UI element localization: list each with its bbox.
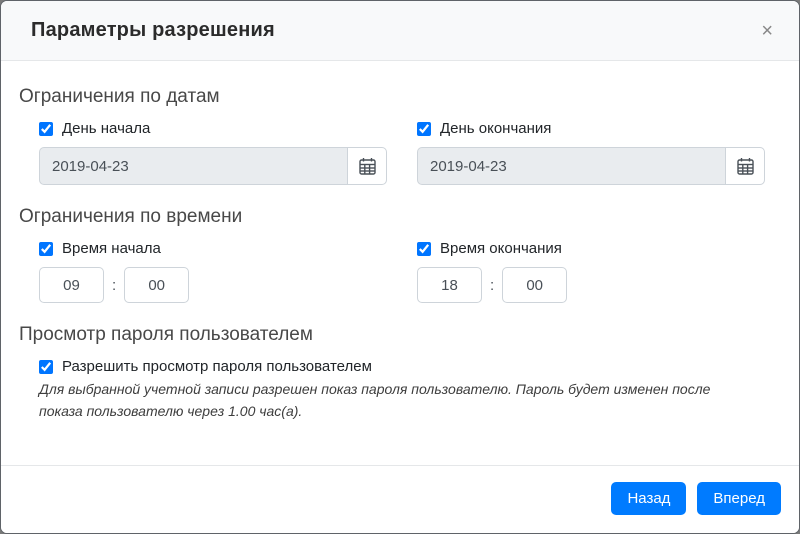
start-date-input[interactable] (39, 147, 347, 185)
times-row: Время начала : Время окончания : (39, 240, 765, 303)
calendar-icon (359, 157, 376, 175)
permission-parameters-dialog: Параметры разрешения × Ограничения по да… (0, 0, 800, 534)
allow-password-view-label: Разрешить просмотр пароля пользователем (62, 358, 372, 375)
time-separator: : (112, 277, 116, 294)
calendar-icon (737, 157, 754, 175)
start-date-checkbox[interactable] (39, 122, 53, 136)
end-date-label: День окончания (440, 120, 551, 137)
dates-row: День начала (39, 120, 765, 185)
end-time-column: Время окончания : (417, 240, 765, 303)
time-separator: : (490, 277, 494, 294)
start-time-checkbox[interactable] (39, 242, 53, 256)
back-button[interactable]: Назад (611, 482, 686, 515)
end-time-checkbox[interactable] (417, 242, 431, 256)
end-time-label: Время окончания (440, 240, 562, 257)
dialog-title: Параметры разрешения (31, 19, 275, 42)
start-time-column: Время начала : (39, 240, 387, 303)
end-date-calendar-button[interactable] (725, 147, 765, 185)
dialog-body: Ограничения по датам День начала (1, 61, 799, 465)
start-date-calendar-button[interactable] (347, 147, 387, 185)
allow-password-view-checkbox[interactable] (39, 360, 53, 374)
password-note: Для выбранной учетной записи разрешен по… (39, 379, 749, 422)
close-icon[interactable]: × (755, 21, 779, 41)
dates-section-heading: Ограничения по датам (19, 86, 781, 108)
start-date-column: День начала (39, 120, 387, 185)
password-block: Разрешить просмотр пароля пользователем … (39, 358, 765, 422)
dialog-header: Параметры разрешения × (1, 1, 799, 61)
end-date-column: День окончания (417, 120, 765, 185)
start-time-hour-input[interactable] (39, 267, 104, 303)
forward-button[interactable]: Вперед (697, 482, 781, 515)
dialog-footer: Назад Вперед (1, 465, 799, 533)
start-date-label: День начала (62, 120, 150, 137)
start-time-minute-input[interactable] (124, 267, 189, 303)
end-time-minute-input[interactable] (502, 267, 567, 303)
start-time-label: Время начала (62, 240, 161, 257)
end-time-hour-input[interactable] (417, 267, 482, 303)
password-section-heading: Просмотр пароля пользователем (19, 324, 781, 346)
times-section-heading: Ограничения по времени (19, 206, 781, 228)
end-date-input[interactable] (417, 147, 725, 185)
end-date-checkbox[interactable] (417, 122, 431, 136)
